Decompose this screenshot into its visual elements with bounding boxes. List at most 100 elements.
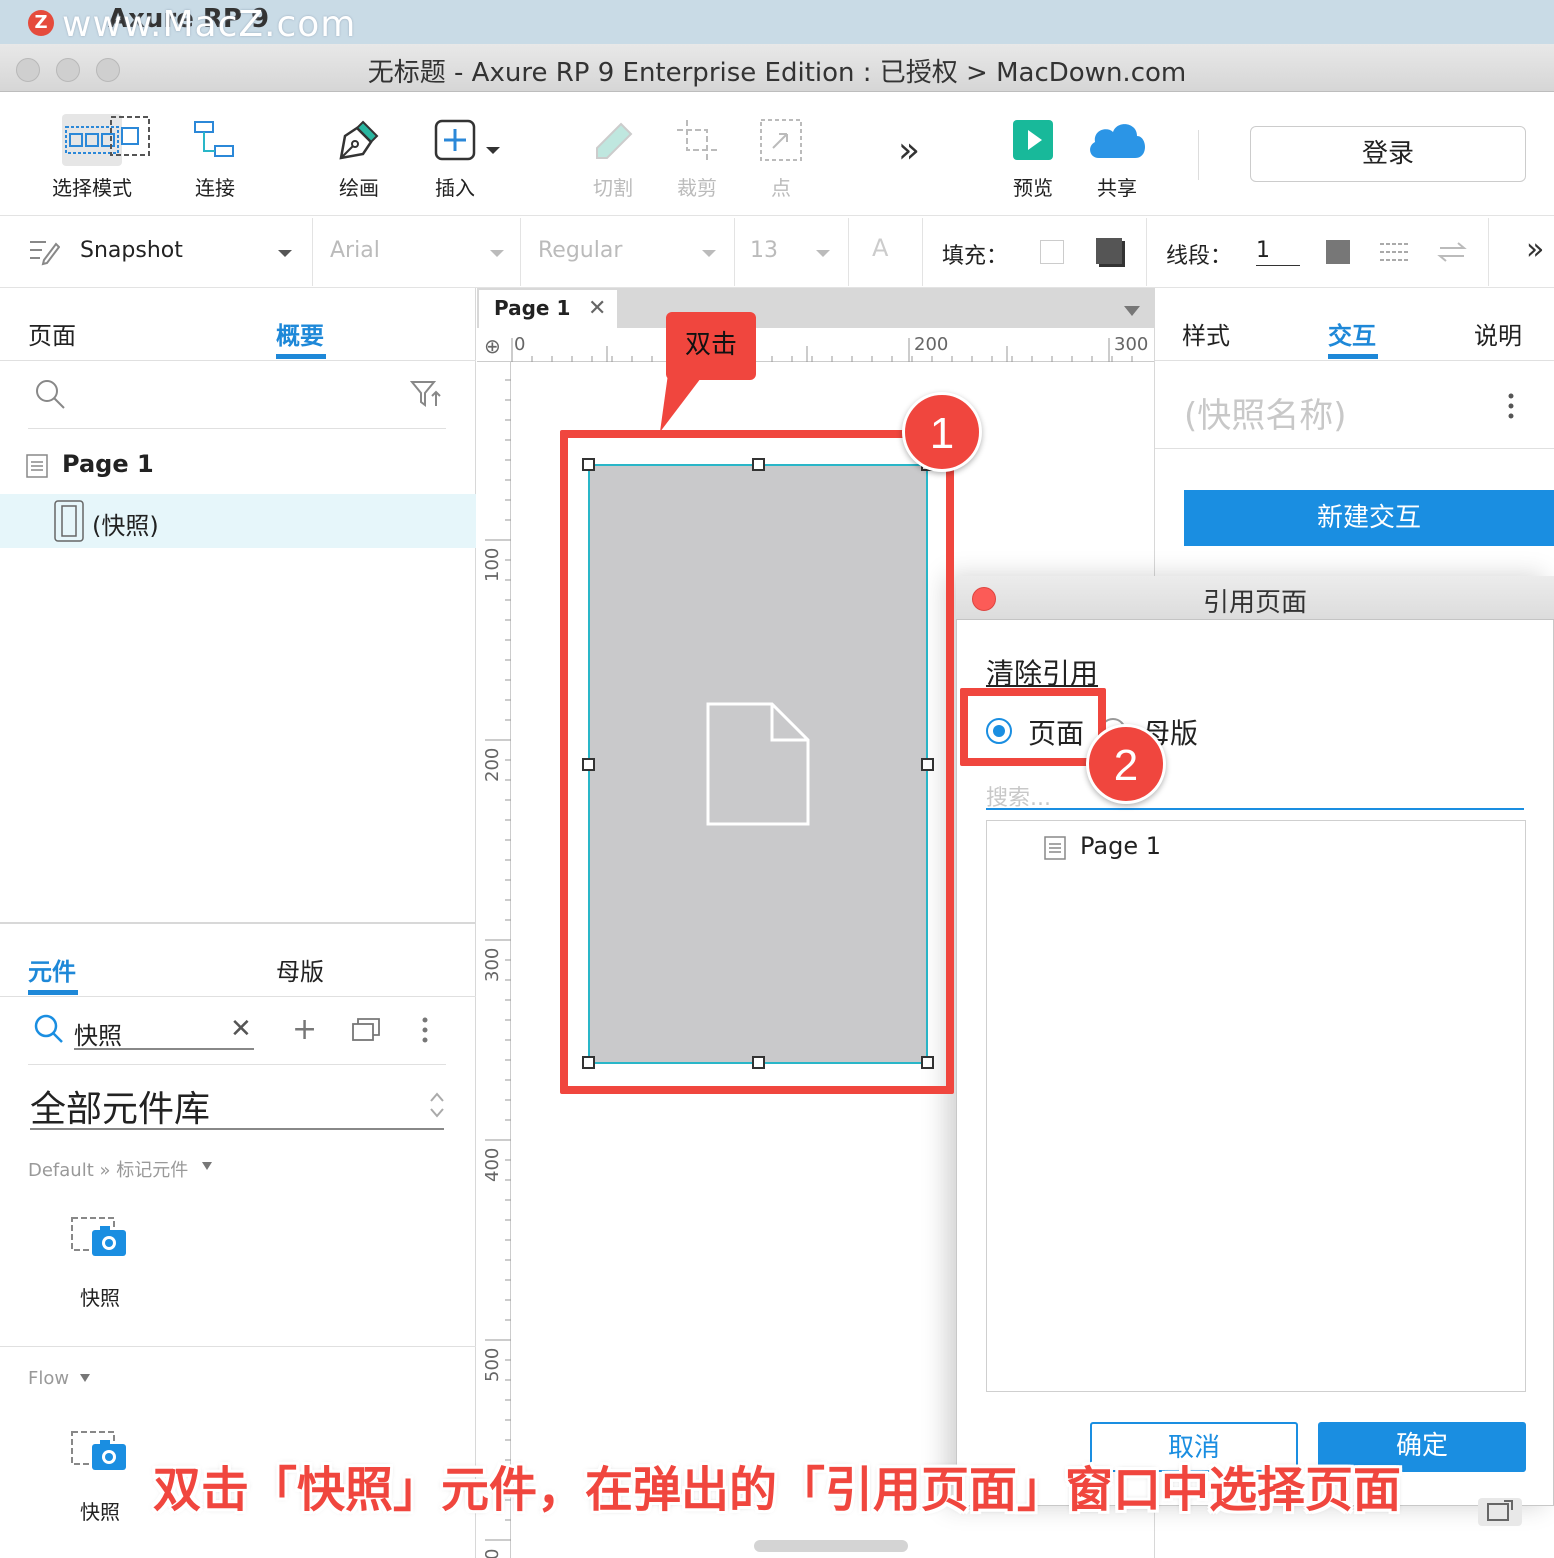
panel-split-divider xyxy=(0,922,476,924)
more-vertical-icon[interactable] xyxy=(420,1016,430,1044)
tab-style[interactable]: 样式 xyxy=(1182,316,1230,351)
size-dropdown-icon[interactable] xyxy=(816,250,830,257)
library-section-flow[interactable]: Flow xyxy=(28,1368,69,1389)
page-icon xyxy=(1044,836,1066,860)
page-tab-label: Page 1 xyxy=(494,296,571,320)
widget-search-input[interactable]: 快照 xyxy=(74,1016,254,1050)
ruler-label-left: 500 xyxy=(482,1347,503,1382)
cloud-icon xyxy=(1062,112,1172,168)
search-divider xyxy=(28,1064,446,1065)
tab-interactions-underline xyxy=(1328,354,1378,359)
style-edit-icon[interactable] xyxy=(28,236,61,266)
outline-page-item[interactable]: Page 1 xyxy=(62,450,154,478)
snapshot-widget-icon xyxy=(54,500,84,542)
point-button[interactable]: 点 xyxy=(726,104,836,204)
ruler-label-left: 300 xyxy=(482,947,503,982)
formatbar-more-button[interactable]: » xyxy=(1526,232,1544,267)
fb-separator xyxy=(848,218,849,286)
fill-color-swatch[interactable] xyxy=(1040,240,1064,264)
dialog-title: 引用页面 xyxy=(1202,588,1307,618)
fb-separator xyxy=(520,218,521,286)
draw-button[interactable]: 绘画 xyxy=(304,104,414,204)
annotation-callout: 双击 xyxy=(666,312,756,380)
more-vertical-icon[interactable] xyxy=(1506,392,1516,420)
section-divider xyxy=(0,1346,476,1347)
library-selector[interactable]: 全部元件库 xyxy=(30,1080,210,1132)
tab-outline-underline xyxy=(276,354,326,359)
close-tab-icon[interactable]: ✕ xyxy=(588,296,606,321)
library-section-default[interactable]: Default » 标记元件 xyxy=(28,1156,188,1182)
panel-divider xyxy=(0,996,476,997)
line-label: 线段： xyxy=(1166,244,1233,269)
insert-plus-icon xyxy=(400,112,510,168)
outline-snapshot-item[interactable]: (快照) xyxy=(92,506,159,541)
line-color-swatch[interactable] xyxy=(1326,240,1350,264)
search-divider xyxy=(28,428,446,429)
tab-notes[interactable]: 说明 xyxy=(1474,316,1522,351)
share-button[interactable]: 共享 xyxy=(1062,104,1172,204)
font-dropdown-icon[interactable] xyxy=(490,250,504,257)
tab-pages[interactable]: 页面 xyxy=(28,316,76,351)
widget-search-icon xyxy=(34,1014,64,1044)
tab-widgets-underline xyxy=(28,990,78,995)
clear-search-icon[interactable]: ✕ xyxy=(230,1014,252,1044)
connect-button[interactable]: 连接 xyxy=(160,104,270,204)
insert-dropdown-icon[interactable] xyxy=(486,147,500,154)
annotation-badge-2: 2 xyxy=(1086,724,1166,804)
login-button[interactable]: 登录 xyxy=(1250,126,1526,182)
search-icon[interactable] xyxy=(34,378,66,410)
ruler-label-left: 400 xyxy=(482,1147,503,1182)
font-size-select[interactable]: 13 xyxy=(750,238,778,263)
new-interaction-button[interactable]: 新建交互 xyxy=(1184,490,1554,546)
style-selector[interactable]: Snapshot xyxy=(80,238,183,263)
add-library-icon[interactable]: + xyxy=(292,1012,317,1047)
connect-icon xyxy=(160,112,270,168)
arrow-style-icon[interactable] xyxy=(1436,240,1468,264)
line-width-input[interactable]: 1 xyxy=(1256,238,1300,266)
ruler-horizontal xyxy=(477,328,1154,362)
section-caret-icon[interactable] xyxy=(80,1374,90,1382)
tab-interactions[interactable]: 交互 xyxy=(1328,316,1376,351)
text-color-icon[interactable]: A xyxy=(872,234,888,262)
fb-separator xyxy=(734,218,735,286)
library-updown-icon[interactable] xyxy=(428,1090,446,1120)
fb-separator xyxy=(922,218,923,286)
line-style-icon[interactable] xyxy=(1378,240,1410,264)
tab-list-dropdown-icon[interactable] xyxy=(1124,306,1140,316)
horizontal-scrollbar[interactable] xyxy=(754,1540,908,1552)
tab-masters[interactable]: 母版 xyxy=(276,952,324,987)
fill-label: 填充： xyxy=(942,244,1009,269)
callout-pointer xyxy=(658,374,708,434)
shadow-swatch-icon[interactable] xyxy=(1096,238,1122,264)
ruler-label-top: 300 xyxy=(1114,334,1149,355)
widget-name-input[interactable]: (快照名称) xyxy=(1184,388,1347,437)
style-dropdown-icon[interactable] xyxy=(278,250,292,257)
annotation-box-radio xyxy=(960,688,1106,766)
insert-button[interactable]: 插入 xyxy=(400,104,510,204)
toolbar-more-button[interactable]: » xyxy=(898,130,920,171)
panel-divider xyxy=(1155,360,1554,361)
page-tree-item[interactable]: Page 1 xyxy=(1080,832,1161,860)
clear-reference-link[interactable]: 清除引用 xyxy=(986,652,1098,692)
dialog-search-input[interactable]: 搜索... xyxy=(986,780,1524,811)
annotation-box-widget xyxy=(560,430,954,1094)
ruler-origin-icon[interactable]: ⊕ xyxy=(484,334,501,358)
library-copy-icon[interactable] xyxy=(352,1016,382,1042)
tab-widgets[interactable]: 元件 xyxy=(28,952,76,987)
ruler-label-left: 100 xyxy=(482,547,503,582)
filter-icon[interactable] xyxy=(409,380,442,408)
ruler-label-left: 0 xyxy=(482,1548,503,1558)
font-family-select[interactable]: Arial xyxy=(330,238,380,263)
snapshot-camera-icon[interactable] xyxy=(70,1216,128,1260)
page-icon xyxy=(26,454,48,478)
ruler-label-top: 0 xyxy=(514,334,526,355)
ruler-label-left: 200 xyxy=(482,747,503,782)
weight-dropdown-icon[interactable] xyxy=(702,250,716,257)
fb-separator xyxy=(1146,218,1147,286)
select-contained-icon[interactable] xyxy=(108,114,152,158)
section-caret-icon[interactable] xyxy=(202,1162,212,1170)
font-weight-select[interactable]: Regular xyxy=(538,238,622,263)
pen-icon xyxy=(304,112,414,168)
tab-outline[interactable]: 概要 xyxy=(276,316,324,351)
fb-separator xyxy=(312,218,313,286)
